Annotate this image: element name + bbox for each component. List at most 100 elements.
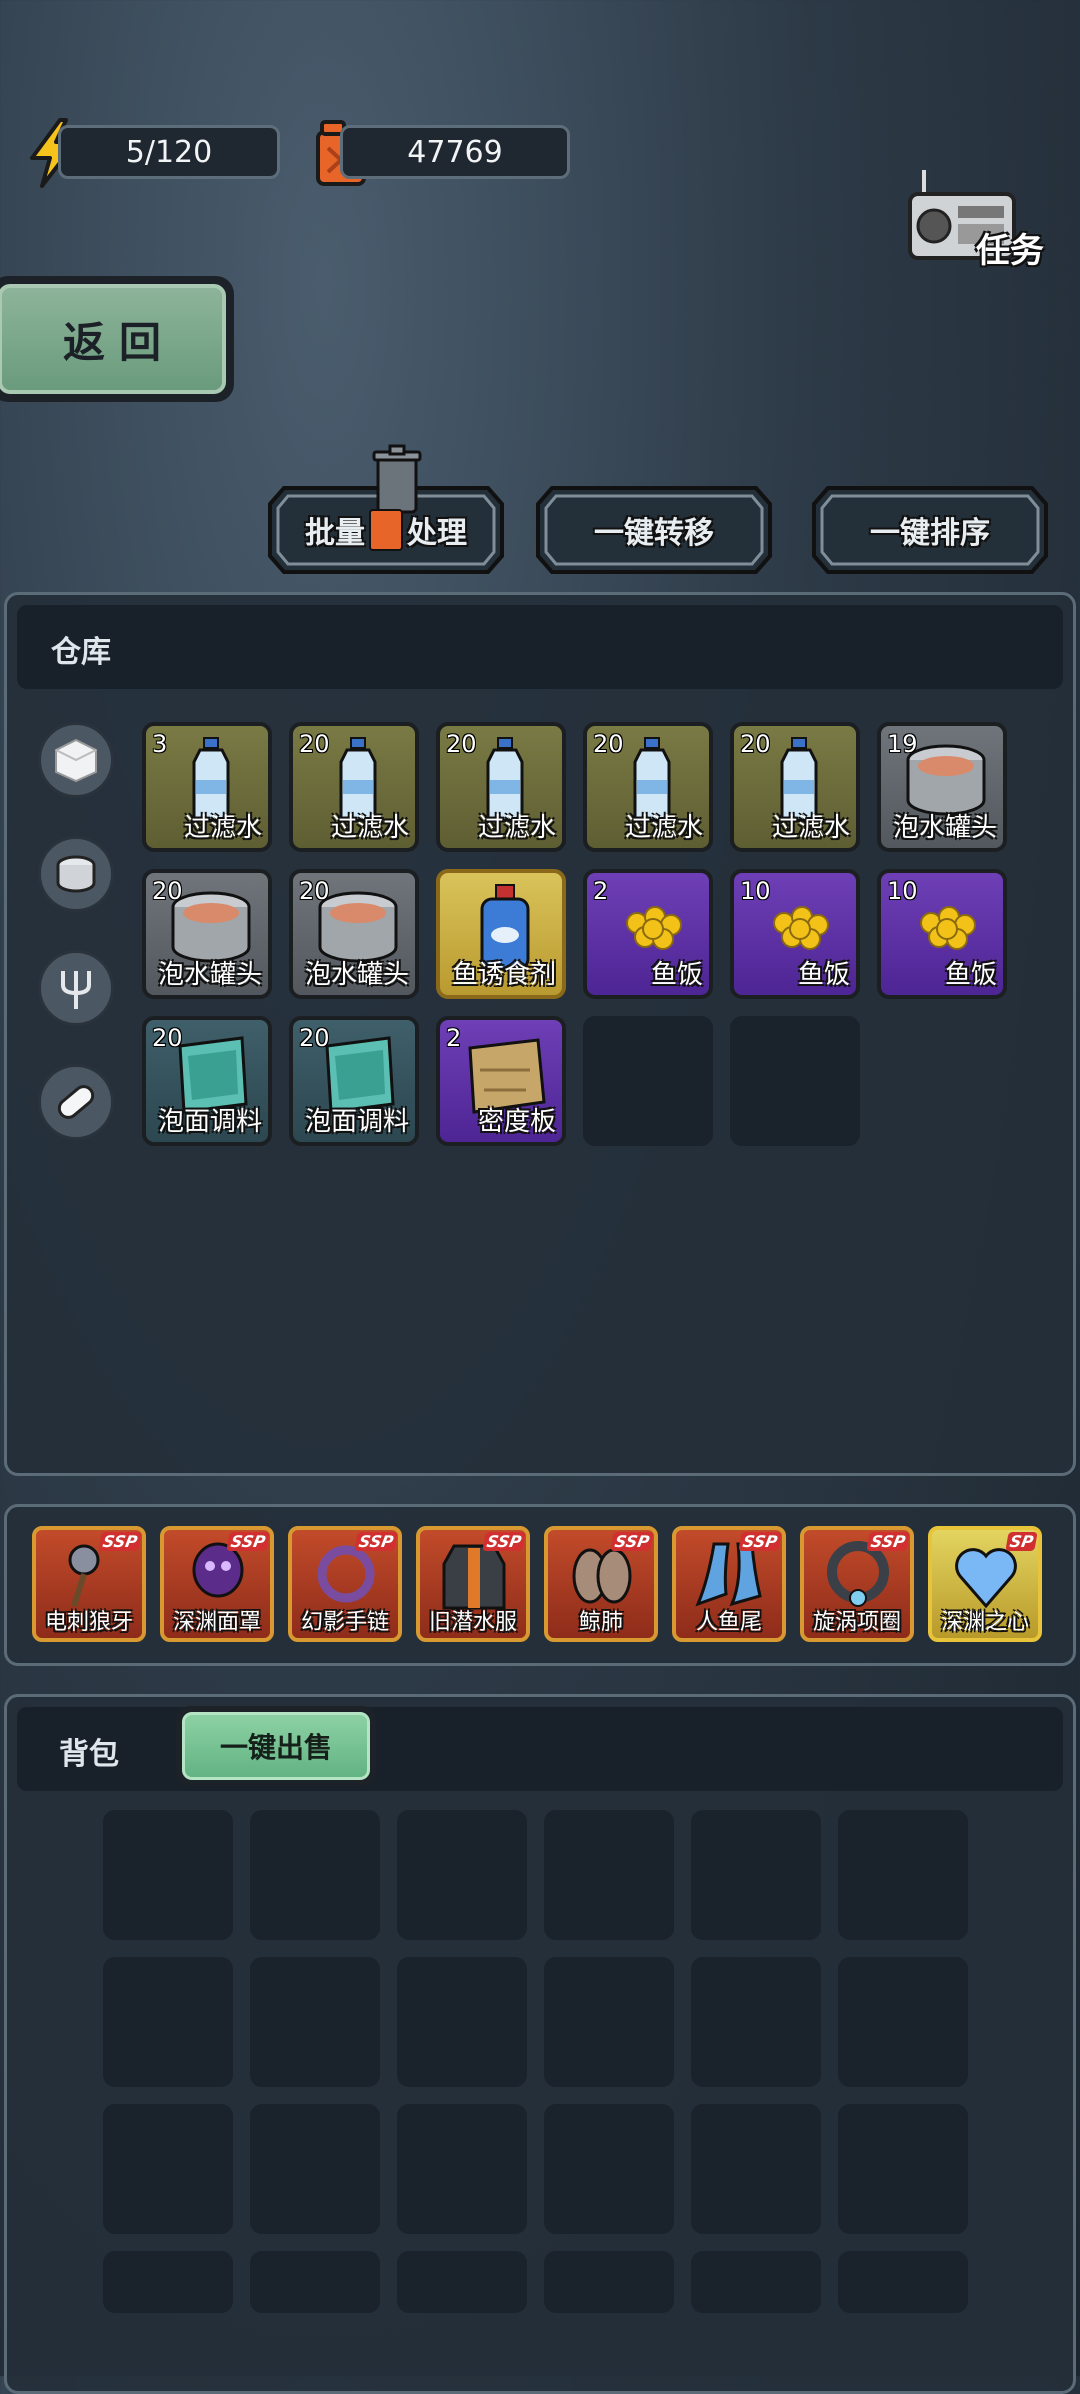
equipment-slot[interactable]: SSP 电刺狼牙 bbox=[32, 1526, 146, 1642]
fuel-can-small-icon bbox=[369, 509, 403, 551]
batch-label-1: 批量 bbox=[305, 516, 365, 551]
warehouse-item[interactable]: 2 密度板 bbox=[436, 1016, 566, 1146]
equipment-name: 深渊面罩 bbox=[172, 1610, 261, 1635]
backpack-slot[interactable] bbox=[691, 2251, 821, 2313]
item-quantity: 20 bbox=[152, 1024, 183, 1052]
fork-icon bbox=[61, 971, 91, 1009]
warehouse-item[interactable]: 20 过滤水 bbox=[436, 722, 566, 852]
warehouse-item[interactable]: 20 过滤水 bbox=[583, 722, 713, 852]
task-button[interactable]: 任务 bbox=[904, 166, 1044, 276]
category-medicine[interactable] bbox=[38, 1064, 114, 1140]
equipment-name: 电刺狼牙 bbox=[44, 1610, 133, 1635]
equipment-slot[interactable]: SSP 人鱼尾 bbox=[672, 1526, 786, 1642]
item-quantity: 10 bbox=[740, 877, 771, 905]
backpack-slot[interactable] bbox=[838, 2251, 968, 2313]
item-quantity: 20 bbox=[593, 730, 624, 758]
warehouse-item[interactable]: 3 过滤水 bbox=[142, 722, 272, 852]
transfer-all-label: 一键转移 bbox=[594, 516, 714, 551]
empty-slot[interactable] bbox=[583, 1016, 713, 1146]
equipment-name: 幻影手链 bbox=[300, 1610, 389, 1635]
backpack-slot[interactable] bbox=[397, 1810, 527, 1940]
sort-all-button[interactable]: 一键排序 bbox=[810, 484, 1050, 576]
rarity-badge: SSP bbox=[482, 1532, 526, 1551]
box-icon bbox=[55, 738, 97, 783]
equipment-slot[interactable]: SSP 深渊面罩 bbox=[160, 1526, 274, 1642]
category-food[interactable] bbox=[38, 836, 114, 912]
backpack-slot[interactable] bbox=[544, 2104, 674, 2234]
backpack-slot[interactable] bbox=[103, 1957, 233, 2087]
backpack-slot[interactable] bbox=[838, 2104, 968, 2234]
equipment-name: 旋涡项圈 bbox=[812, 1610, 901, 1635]
warehouse-item[interactable]: 20 泡水罐头 bbox=[289, 869, 419, 999]
backpack-slot[interactable] bbox=[103, 1810, 233, 1940]
equipment-slot[interactable]: SSP 旋涡项圈 bbox=[800, 1526, 914, 1642]
item-quantity: 10 bbox=[887, 877, 918, 905]
backpack-slot[interactable] bbox=[397, 2251, 527, 2313]
category-tools[interactable] bbox=[38, 950, 114, 1026]
backpack-slot[interactable] bbox=[250, 2251, 380, 2313]
sell-all-button[interactable]: 一键出售 bbox=[176, 1706, 376, 1786]
warehouse-item[interactable]: 20 过滤水 bbox=[730, 722, 860, 852]
backpack-slot[interactable] bbox=[544, 2251, 674, 2313]
equipment-slot[interactable]: SSP 旧潜水服 bbox=[416, 1526, 530, 1642]
item-quantity: 19 bbox=[887, 730, 918, 758]
warehouse-item[interactable]: 20 过滤水 bbox=[289, 722, 419, 852]
backpack-slot[interactable] bbox=[838, 1810, 968, 1940]
rarity-badge: SSP bbox=[738, 1532, 782, 1551]
warehouse-item[interactable]: 20 泡面调料 bbox=[142, 1016, 272, 1146]
equipment-slot[interactable]: SSP 鲸肺 bbox=[544, 1526, 658, 1642]
backpack-slot[interactable] bbox=[250, 1957, 380, 2087]
backpack-header bbox=[17, 1707, 1063, 1791]
item-name: 泡水罐头 bbox=[892, 813, 997, 843]
item-name: 泡水罐头 bbox=[304, 960, 409, 990]
empty-slot[interactable] bbox=[730, 1016, 860, 1146]
warehouse-item[interactable]: 20 泡面调料 bbox=[289, 1016, 419, 1146]
item-name: 过滤水 bbox=[624, 813, 703, 843]
category-materials[interactable] bbox=[38, 722, 114, 798]
warehouse-item[interactable]: 鱼诱食剂 bbox=[436, 869, 566, 999]
warehouse-item[interactable]: 10 鱼饭 bbox=[730, 869, 860, 999]
item-name: 过滤水 bbox=[477, 813, 556, 843]
rarity-badge: SP bbox=[1005, 1532, 1038, 1551]
backpack-slot[interactable] bbox=[544, 1957, 674, 2087]
warehouse-item[interactable]: 10 鱼饭 bbox=[877, 869, 1007, 999]
item-quantity: 20 bbox=[299, 1024, 330, 1052]
backpack-slot[interactable] bbox=[691, 1810, 821, 1940]
rarity-badge: SSP bbox=[226, 1532, 270, 1551]
backpack-slot[interactable] bbox=[691, 2104, 821, 2234]
fuel-value: 47769 bbox=[407, 134, 503, 170]
backpack-slot[interactable] bbox=[838, 1957, 968, 2087]
backpack-slot[interactable] bbox=[250, 1810, 380, 1940]
rarity-badge: SSP bbox=[610, 1532, 654, 1551]
backpack-slot[interactable] bbox=[103, 2104, 233, 2234]
item-quantity: 2 bbox=[446, 1024, 462, 1052]
warehouse-header bbox=[17, 605, 1063, 689]
equipment-slot[interactable]: SSP 幻影手链 bbox=[288, 1526, 402, 1642]
warehouse-item[interactable]: 20 泡水罐头 bbox=[142, 869, 272, 999]
equipment-name: 旧潜水服 bbox=[428, 1610, 517, 1635]
backpack-slot[interactable] bbox=[103, 2251, 233, 2313]
item-quantity: 20 bbox=[152, 877, 183, 905]
backpack-slot[interactable] bbox=[544, 1810, 674, 1940]
rarity-badge: SSP bbox=[866, 1532, 910, 1551]
backpack-slot[interactable] bbox=[397, 2104, 527, 2234]
transfer-all-button[interactable]: 一键转移 bbox=[534, 484, 774, 576]
item-name: 鱼饭 bbox=[797, 960, 850, 990]
item-quantity: 20 bbox=[740, 730, 771, 758]
backpack-title: 背包 bbox=[59, 1737, 119, 1772]
item-name: 过滤水 bbox=[771, 813, 850, 843]
back-label: 返回 bbox=[62, 317, 175, 367]
back-button[interactable]: 返回 bbox=[0, 276, 234, 402]
backpack-slot[interactable] bbox=[691, 1957, 821, 2087]
item-name: 鱼饭 bbox=[944, 960, 997, 990]
backpack-slot[interactable] bbox=[250, 2104, 380, 2234]
item-name: 鱼饭 bbox=[650, 960, 703, 990]
backpack-slot[interactable] bbox=[397, 1957, 527, 2087]
warehouse-item[interactable]: 2 鱼饭 bbox=[583, 869, 713, 999]
item-name: 过滤水 bbox=[330, 813, 409, 843]
equipment-slot[interactable]: SP 深渊之心 bbox=[928, 1526, 1042, 1642]
batch-process-button[interactable]: 批量 处理 bbox=[266, 444, 506, 576]
sell-all-label: 一键出售 bbox=[219, 1731, 332, 1764]
warehouse-item[interactable]: 19 泡水罐头 bbox=[877, 722, 1007, 852]
equipment-name: 人鱼尾 bbox=[695, 1610, 762, 1635]
